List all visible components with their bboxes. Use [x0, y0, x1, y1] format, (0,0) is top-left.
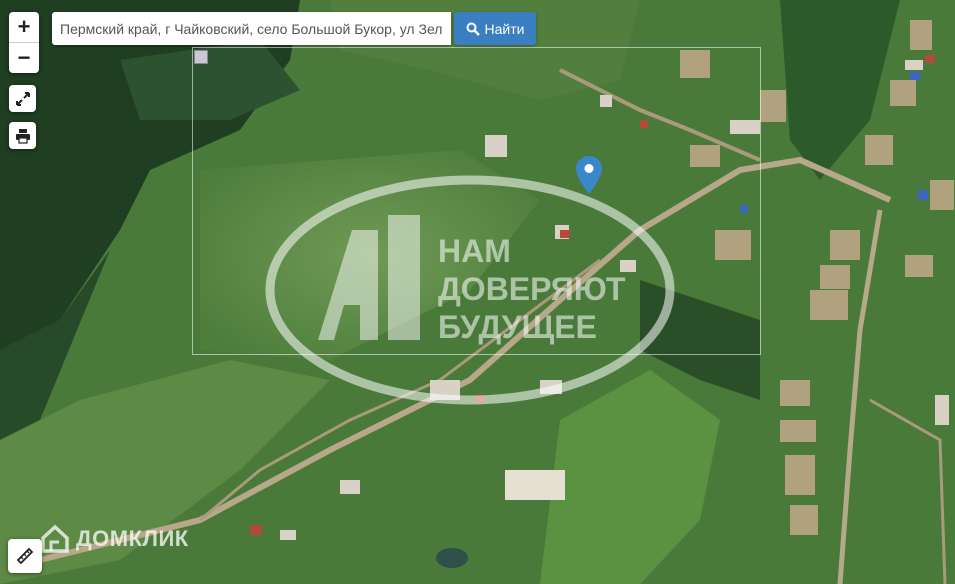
house-logo-icon — [41, 524, 69, 553]
search-icon — [466, 22, 480, 36]
zoom-out-button[interactable]: − — [9, 42, 39, 73]
search-button[interactable]: Найти — [454, 12, 536, 45]
expand-icon — [15, 91, 30, 106]
printer-icon — [15, 128, 30, 144]
location-marker-icon[interactable] — [576, 156, 602, 194]
search-input[interactable] — [52, 12, 451, 45]
brand-logo: ДОМКЛИК — [40, 524, 189, 554]
print-button[interactable] — [9, 122, 36, 149]
zoom-control: + − — [9, 12, 39, 73]
brand-name: ДОМКЛИК — [76, 526, 189, 551]
zoom-in-button[interactable]: + — [9, 12, 39, 42]
measure-button[interactable] — [8, 539, 42, 573]
ruler-icon — [16, 547, 34, 565]
broken-image-icon — [194, 50, 208, 64]
fullscreen-button[interactable] — [9, 85, 36, 112]
selection-frame — [192, 47, 761, 355]
search-button-label: Найти — [484, 20, 525, 37]
satellite-map[interactable]: НАМ ДОВЕРЯЮТ БУДУЩЕЕ — [0, 0, 955, 584]
